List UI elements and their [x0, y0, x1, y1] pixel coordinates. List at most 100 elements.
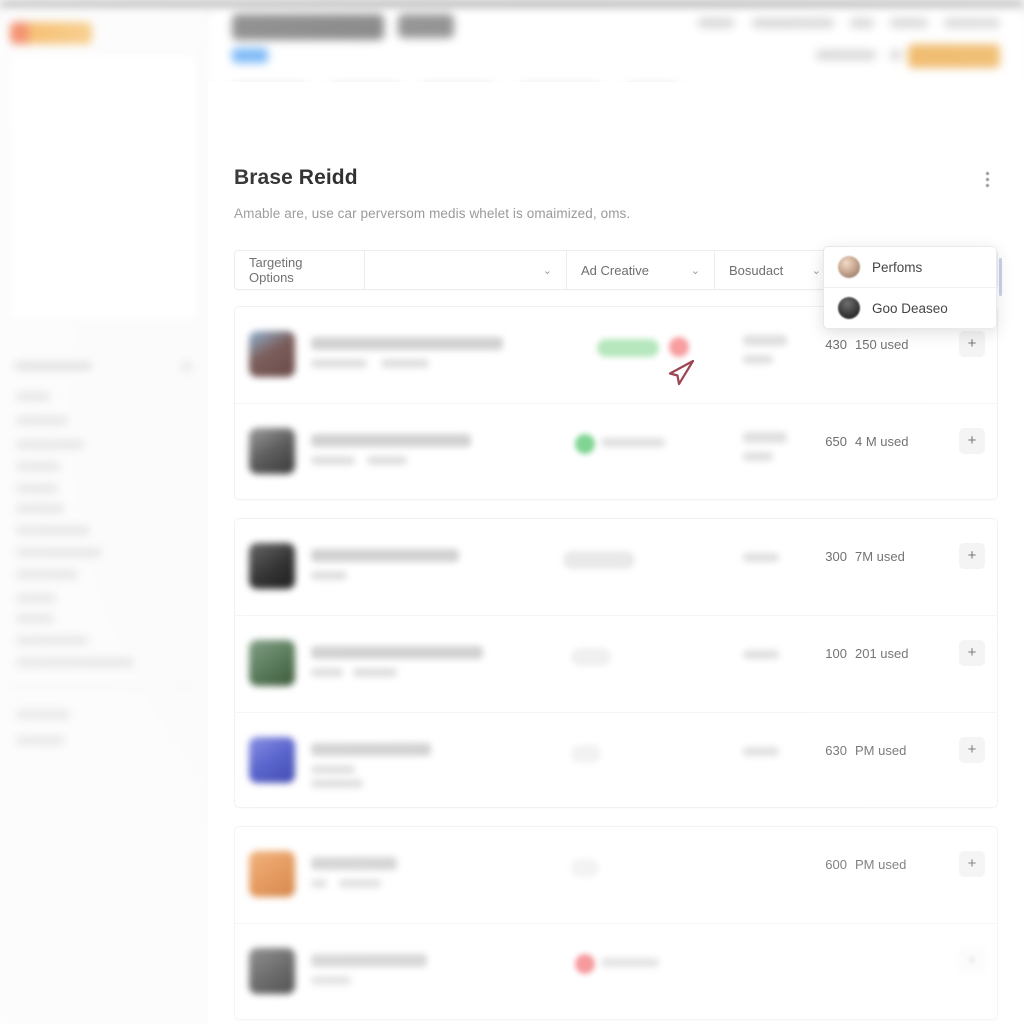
row-title — [311, 743, 431, 756]
sidebar-item[interactable] — [16, 636, 88, 645]
sidebar-item[interactable] — [16, 504, 64, 513]
row-thumbnail — [249, 428, 295, 474]
row-usage: 201 used — [855, 646, 909, 661]
chevron-down-icon: ⌄ — [690, 264, 700, 277]
row-add-button[interactable]: + — [959, 737, 985, 763]
sidebar-item[interactable] — [16, 614, 54, 623]
page-subtitle: Amable are, use car perversom medis whel… — [234, 206, 631, 221]
row-meta — [743, 432, 787, 443]
page-title: Brase Reidd — [234, 166, 358, 189]
row-title — [311, 646, 483, 659]
sidebar-item[interactable] — [16, 570, 78, 579]
row-usage: PM used — [855, 743, 907, 758]
row-thumbnail — [249, 851, 295, 897]
scrollbar[interactable] — [999, 258, 1002, 296]
table-row[interactable]: 600 PM used + — [235, 827, 997, 924]
sidebar-section-toggle-icon[interactable] — [182, 362, 191, 371]
row-title — [311, 954, 427, 967]
row-usage: 150 used — [855, 337, 909, 352]
list-card: 300 7M used + 100 201 used + 630 PM used… — [234, 518, 998, 808]
sidebar-item[interactable] — [16, 462, 60, 471]
row-add-button[interactable]: + — [959, 948, 985, 974]
sidebar-item[interactable] — [16, 526, 90, 535]
header-icon-action[interactable] — [890, 50, 902, 60]
row-add-button[interactable]: + — [959, 851, 985, 877]
row-add-button[interactable]: + — [959, 640, 985, 666]
sidebar-item[interactable] — [16, 416, 68, 425]
row-thumbnail — [249, 640, 295, 686]
row-title — [311, 857, 397, 870]
row-subtitle-extra — [381, 359, 429, 368]
sidebar-item[interactable] — [16, 736, 64, 745]
row-count: 650 — [825, 434, 847, 449]
row-status-badge — [571, 648, 611, 666]
sidebar-item[interactable] — [16, 392, 50, 401]
row-meta — [743, 747, 779, 756]
row-thumbnail — [249, 737, 295, 783]
kebab-icon[interactable] — [976, 166, 998, 192]
row-add-button[interactable]: + — [959, 331, 985, 357]
sidebar-item[interactable] — [16, 710, 70, 719]
dropdown-item-label: Perfoms — [872, 259, 923, 275]
ad-creative-label: Ad Creative — [581, 262, 649, 278]
chevron-down-icon: ⌄ — [542, 264, 552, 277]
sidebar-item[interactable] — [16, 440, 84, 449]
kebab-dot — [985, 183, 989, 187]
header-meta — [698, 18, 734, 28]
row-subtitle-extra — [311, 779, 363, 788]
sidebar[interactable] — [0, 10, 209, 1024]
dropdown-item-label: Goo Deaseo — [872, 300, 948, 316]
table-row[interactable]: 100 201 used + — [235, 616, 997, 713]
header-primary-cta-button[interactable] — [908, 44, 1000, 68]
app-logo[interactable] — [10, 22, 92, 44]
row-status-dot-icon — [575, 434, 595, 454]
sidebar-item[interactable] — [16, 658, 134, 667]
row-count: 630 — [825, 743, 847, 758]
filter-label-text: Targeting Options — [249, 255, 303, 285]
row-status-badge — [571, 745, 601, 763]
table-row[interactable]: 650 4 M used + — [235, 404, 997, 500]
header-title — [232, 14, 384, 40]
header-secondary-action[interactable] — [816, 50, 876, 60]
row-subtitle — [311, 765, 355, 774]
row-title — [311, 434, 471, 447]
list-card: 600 PM used + + — [234, 826, 998, 1020]
row-meta — [743, 335, 787, 346]
kebab-dot — [985, 171, 989, 175]
header-meta — [890, 18, 928, 28]
sidebar-item[interactable] — [16, 548, 102, 557]
row-count: 430 — [825, 337, 847, 352]
dropdown-item-perfoms[interactable]: Perfoms — [824, 247, 996, 288]
header-meta — [752, 18, 834, 28]
header-status-pill — [232, 48, 268, 63]
row-subtitle-extra — [339, 879, 381, 888]
row-subtitle-extra — [353, 668, 397, 677]
table-row[interactable]: + — [235, 924, 997, 1020]
row-thumbnail — [249, 948, 295, 994]
targeting-options-label: Targeting Options — [235, 251, 365, 289]
row-add-button[interactable]: + — [959, 543, 985, 569]
row-subtitle — [311, 571, 347, 580]
row-status-dot-icon — [575, 954, 595, 974]
chevron-down-icon: ⌄ — [811, 264, 821, 277]
ad-creative-select[interactable]: Ad Creative ⌄ — [567, 251, 715, 289]
mouse-cursor-icon — [668, 359, 695, 386]
user-dropdown-menu[interactable]: Perfoms Goo Deaseo — [823, 246, 997, 329]
row-count: 600 — [825, 857, 847, 872]
sidebar-divider — [10, 686, 196, 687]
table-row[interactable]: 630 PM used + — [235, 713, 997, 809]
header-meta — [944, 18, 1000, 28]
row-thumbnail — [249, 543, 295, 589]
row-add-button[interactable]: + — [959, 428, 985, 454]
sidebar-section-header — [14, 362, 92, 370]
targeting-options-select[interactable]: ⌄ — [365, 251, 567, 289]
row-thumbnail — [249, 331, 295, 377]
app-window: Campaign ⌄ ·Demvally ⌄ Contalers ⌄ Brase… — [0, 0, 1024, 1024]
row-usage: 7M used — [855, 549, 905, 564]
table-row[interactable]: 300 7M used + — [235, 519, 997, 616]
list-card: 430 150 used + 650 4 M used + — [234, 306, 998, 500]
dropdown-item-goo-deaseo[interactable]: Goo Deaseo — [824, 288, 996, 328]
sidebar-item[interactable] — [16, 594, 56, 603]
budget-select[interactable]: Bosudact ⌄ — [715, 251, 835, 289]
sidebar-item[interactable] — [16, 484, 58, 493]
